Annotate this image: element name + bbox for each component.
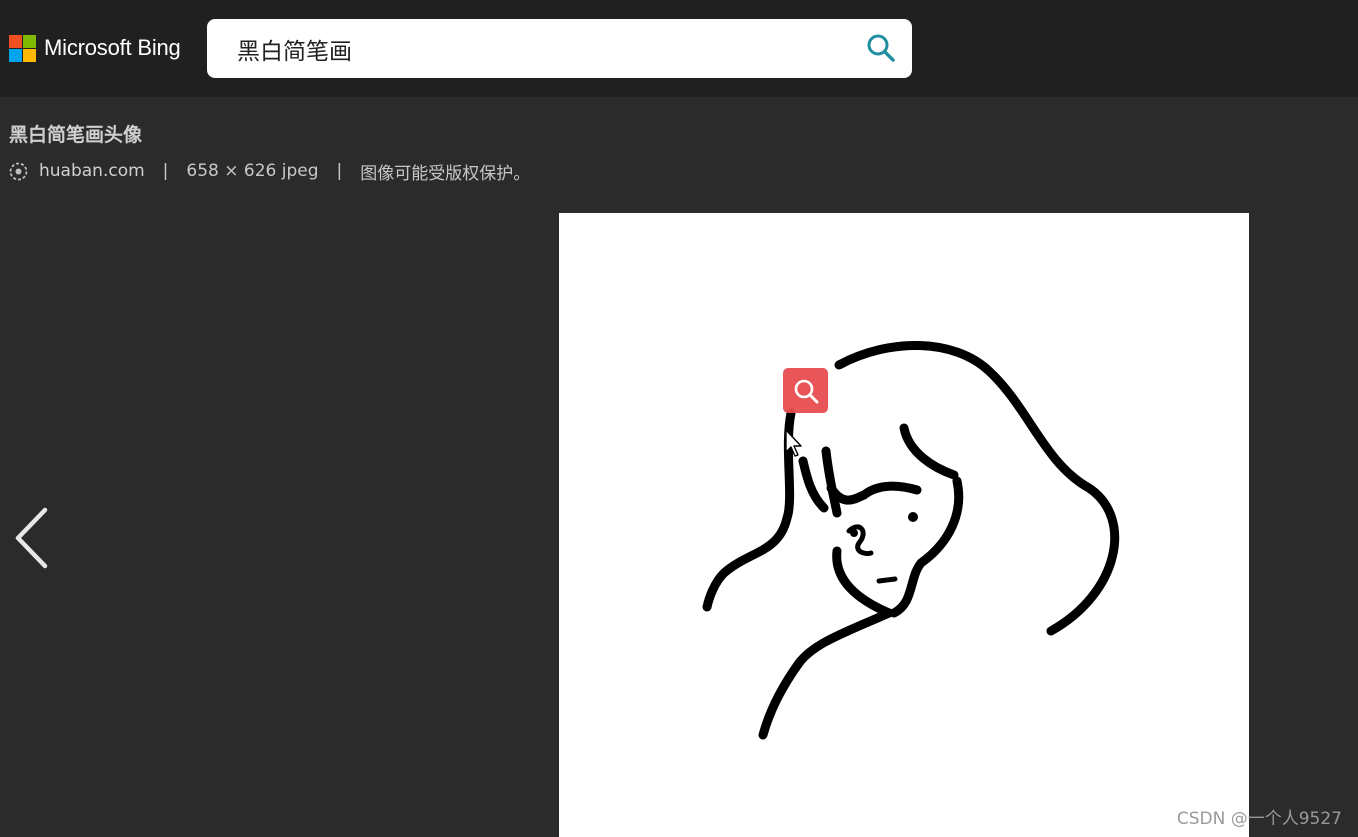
copyright-notice: 图像可能受版权保护。 (360, 163, 531, 184)
line-drawing-portrait (702, 341, 1120, 740)
globe-icon (9, 162, 28, 181)
search-input[interactable] (235, 29, 839, 69)
mouse-cursor-icon (785, 429, 802, 457)
previous-image-button[interactable] (12, 506, 52, 570)
watermark: CSDN @一个人9527 (1176, 809, 1342, 829)
separator: | (336, 161, 343, 181)
search-box (207, 19, 912, 78)
brand-name: Microsoft Bing (44, 35, 181, 60)
source-link[interactable]: huaban.com (39, 161, 145, 181)
search-button[interactable] (864, 31, 898, 65)
result-title: 黑白简笔画头像 (9, 124, 143, 146)
separator: | (162, 161, 169, 181)
visual-search-icon (794, 379, 818, 403)
top-bar: Microsoft Bing (0, 0, 1358, 97)
bing-logo[interactable]: Microsoft Bing (9, 34, 181, 62)
visual-search-button[interactable] (783, 368, 828, 413)
preview-image[interactable] (559, 213, 1249, 837)
image-dimensions: 658 × 626 jpeg (186, 161, 319, 181)
microsoft-logo-icon (9, 34, 36, 62)
search-icon (867, 34, 895, 62)
image-meta: huaban.com | 658 × 626 jpeg | 图像可能受版权保护。 (9, 158, 530, 184)
chevron-left-icon (15, 507, 48, 569)
